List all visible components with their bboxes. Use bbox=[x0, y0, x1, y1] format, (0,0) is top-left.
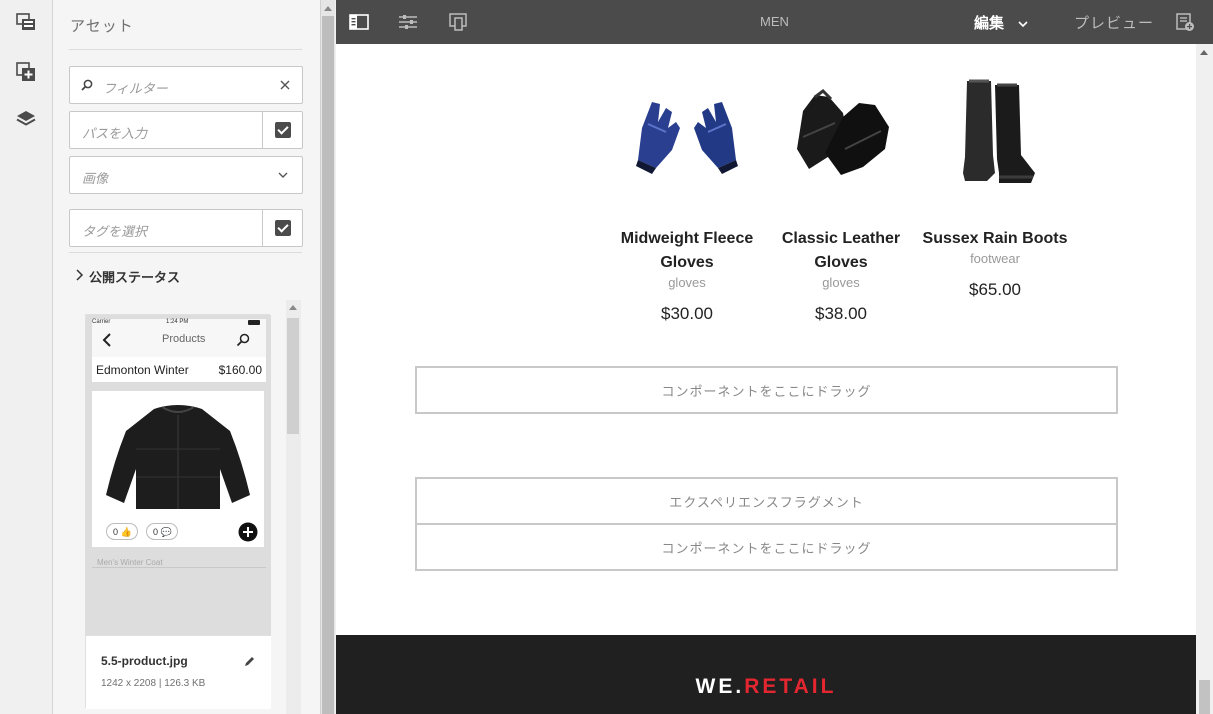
filter-input[interactable]: フィルター bbox=[69, 66, 303, 104]
path-browse-button[interactable] bbox=[262, 112, 302, 148]
layers-icon[interactable] bbox=[14, 107, 38, 131]
product-card[interactable]: Midweight Fleece Gloves gloves $30.00 bbox=[612, 74, 762, 324]
divider bbox=[92, 567, 266, 568]
product-category: footwear bbox=[970, 251, 1020, 266]
comment-count: 0 💬 bbox=[146, 523, 178, 540]
product-price: $30.00 bbox=[661, 304, 713, 323]
mock-time: 1:24 PM bbox=[166, 319, 189, 325]
asset-type-select[interactable]: 画像 bbox=[69, 156, 303, 194]
chevron-right-icon[interactable] bbox=[75, 269, 84, 281]
preview-button[interactable]: プレビュー bbox=[1074, 12, 1154, 33]
asset-card[interactable]: Carrier 1:24 PM Products Edmonton Winter… bbox=[85, 314, 271, 709]
mock-product-name: Edmonton Winter bbox=[96, 363, 189, 377]
asset-type-value: 画像 bbox=[82, 171, 109, 186]
asset-filename: 5.5-product.jpg bbox=[101, 654, 188, 668]
mock-carrier: Carrier bbox=[92, 319, 111, 325]
components-icon[interactable] bbox=[14, 60, 38, 84]
gloves-black-image bbox=[766, 74, 916, 192]
checkbox-icon bbox=[274, 122, 291, 138]
product-name: Midweight Fleece Gloves bbox=[620, 230, 754, 271]
clear-icon[interactable] bbox=[280, 80, 290, 90]
site-footer: WE.RETAIL bbox=[336, 635, 1196, 714]
path-field[interactable]: パスを入力 bbox=[69, 111, 303, 149]
boots-image bbox=[920, 74, 1070, 192]
page-canvas: Midweight Fleece Gloves gloves $30.00 Cl… bbox=[336, 44, 1196, 714]
editor-toolbar: MEN 編集 プレビュー bbox=[336, 0, 1213, 44]
annotations-icon[interactable] bbox=[1174, 12, 1196, 32]
divider bbox=[69, 49, 302, 50]
product-price: $38.00 bbox=[815, 304, 867, 323]
brand-logo: WE.RETAIL bbox=[695, 675, 837, 698]
panel-title: アセット bbox=[70, 18, 134, 35]
asset-info: 5.5-product.jpg 1242 x 2208 | 126.3 KB bbox=[86, 635, 271, 709]
left-rail bbox=[0, 0, 53, 714]
path-placeholder: パスを入力 bbox=[82, 126, 148, 141]
panel-scrollbar[interactable] bbox=[286, 300, 301, 714]
tag-field[interactable]: タグを選択 bbox=[69, 209, 303, 247]
battery-icon bbox=[248, 320, 260, 325]
mock-caption: Men's Winter Coat bbox=[97, 558, 163, 567]
like-count: 0 👍 bbox=[106, 523, 138, 540]
product-name: Sussex Rain Boots bbox=[922, 230, 1068, 247]
splitter-thumb[interactable] bbox=[322, 16, 334, 714]
mock-product-price: $160.00 bbox=[218, 363, 262, 377]
component-dropzone[interactable]: コンポーネントをここにドラッグ bbox=[415, 523, 1118, 571]
filter-placeholder: フィルター bbox=[103, 81, 168, 96]
scroll-up-icon[interactable] bbox=[324, 6, 332, 11]
product-price: $65.00 bbox=[969, 280, 1021, 299]
mode-label: 編集 bbox=[974, 15, 1005, 32]
chevron-down-icon bbox=[278, 172, 288, 178]
mock-product-image: 0 👍 0 💬 bbox=[92, 391, 264, 547]
mock-header: Carrier 1:24 PM Products bbox=[92, 319, 266, 359]
asset-dimensions: 1242 x 2208 | 126.3 KB bbox=[101, 678, 206, 689]
experience-fragment[interactable]: エクスペリエンスフラグメント bbox=[415, 477, 1118, 525]
assets-panel: アセット フィルター パスを入力 画像 タグを選択 公開ステータス Carrie… bbox=[53, 0, 320, 714]
mock-title: Products bbox=[162, 333, 206, 345]
add-circle-icon bbox=[238, 522, 258, 542]
assets-icon[interactable] bbox=[14, 10, 38, 34]
checkbox-icon bbox=[274, 220, 291, 236]
tag-browse-button[interactable] bbox=[262, 210, 302, 246]
gloves-blue-image bbox=[612, 74, 762, 192]
product-category: gloves bbox=[822, 275, 860, 290]
scroll-up-icon[interactable] bbox=[1200, 50, 1208, 55]
mode-dropdown[interactable]: 編集 bbox=[974, 12, 1028, 33]
back-icon bbox=[102, 333, 111, 347]
divider bbox=[69, 252, 302, 253]
chevron-down-icon bbox=[1018, 20, 1028, 27]
search-icon bbox=[81, 79, 93, 91]
panel-scrollbar-thumb[interactable] bbox=[287, 318, 299, 434]
page-scrollbar[interactable] bbox=[1196, 44, 1213, 714]
product-category: gloves bbox=[668, 275, 706, 290]
component-dropzone[interactable]: コンポーネントをここにドラッグ bbox=[415, 366, 1118, 414]
product-name: Classic Leather Gloves bbox=[781, 230, 901, 271]
product-card[interactable]: Sussex Rain Boots footwear $65.00 bbox=[920, 74, 1070, 300]
tag-placeholder: タグを選択 bbox=[82, 224, 148, 239]
panel-splitter[interactable] bbox=[320, 0, 335, 714]
jacket-image bbox=[106, 405, 250, 509]
scroll-up-icon[interactable] bbox=[289, 305, 297, 310]
mock-product-row: Edmonton Winter $160.00 bbox=[92, 357, 266, 383]
asset-thumbnail: Carrier 1:24 PM Products Edmonton Winter… bbox=[86, 315, 271, 635]
publish-status-toggle[interactable]: 公開ステータス bbox=[89, 267, 180, 286]
page-scrollbar-thumb[interactable] bbox=[1199, 680, 1210, 714]
edit-icon[interactable] bbox=[244, 656, 255, 667]
search-icon bbox=[236, 333, 250, 347]
product-card[interactable]: Classic Leather Gloves gloves $38.00 bbox=[766, 74, 916, 324]
